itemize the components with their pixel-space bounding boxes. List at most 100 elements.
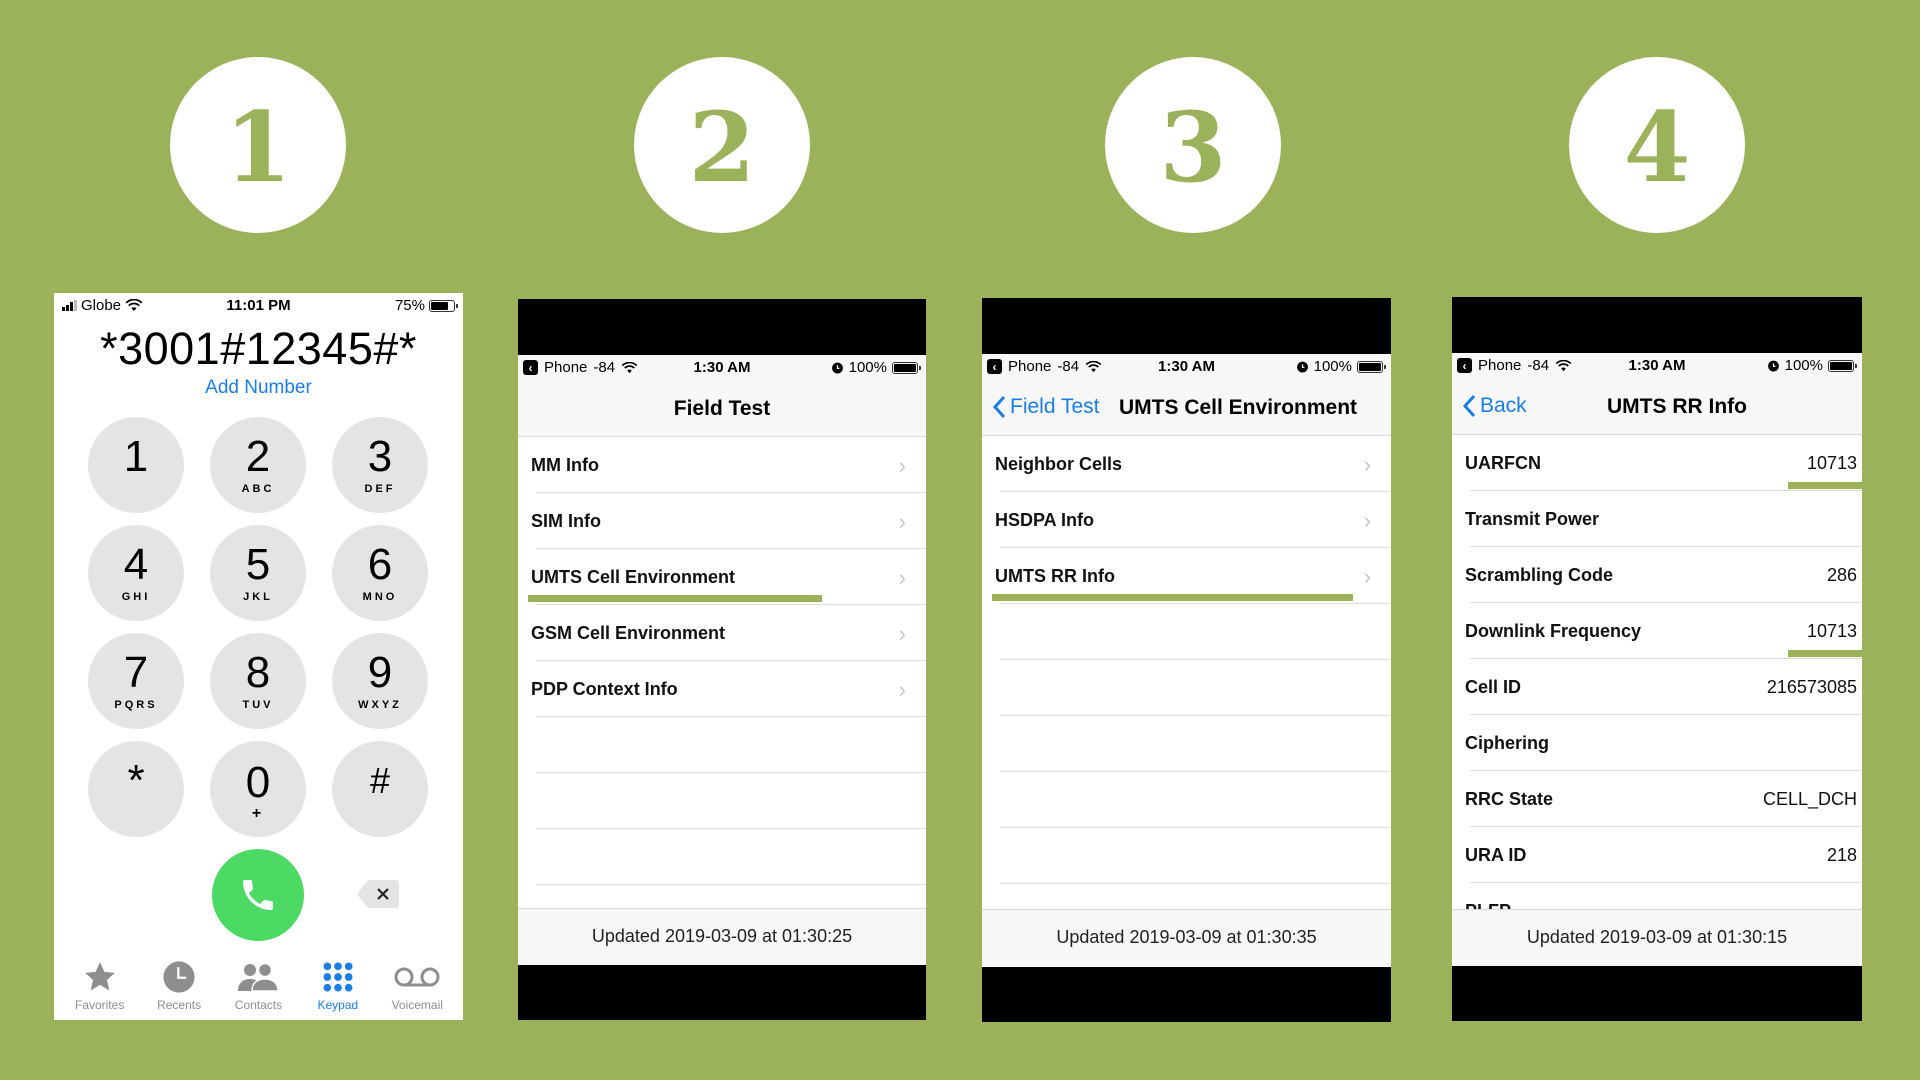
key-8[interactable]: 8 TUV: [210, 633, 306, 729]
key-0[interactable]: 0 +: [210, 741, 306, 837]
list-item-mm-info[interactable]: MM Info ›: [518, 437, 926, 493]
key-6[interactable]: 6 MNO: [332, 525, 428, 621]
empty-row: [982, 604, 1391, 660]
highlight-underline: [992, 594, 1353, 601]
empty-row: [982, 772, 1391, 828]
key-letters: TUV: [242, 699, 274, 711]
key-7[interactable]: 7 PQRS: [88, 633, 184, 729]
delete-button[interactable]: [356, 878, 400, 910]
add-number-link[interactable]: Add Number: [54, 377, 463, 399]
key-letters: ABC: [241, 483, 275, 495]
step-number: 1: [224, 91, 292, 204]
call-button[interactable]: [212, 849, 304, 941]
tab-voicemail[interactable]: Voicemail: [378, 958, 456, 1020]
empty-row: [518, 773, 926, 829]
voicemail-icon: [394, 967, 440, 987]
info-row-ciphering: Ciphering: [1452, 715, 1862, 771]
key-digit: 4: [123, 540, 149, 589]
key-9[interactable]: 9 WXYZ: [332, 633, 428, 729]
chevron-right-icon: ›: [898, 509, 906, 534]
black-bar: [1452, 297, 1862, 353]
umts-rr-info-screen: ‹ Phone -84 1:30 AM 100% Back UMTS RR Info…: [1452, 297, 1862, 1021]
tab-favorites[interactable]: Favorites: [61, 958, 139, 1020]
step-number: 3: [1159, 91, 1227, 204]
keypad-icon: [323, 962, 353, 992]
key-5[interactable]: 5 JKL: [210, 525, 306, 621]
highlight-underline: [1788, 650, 1862, 657]
chevron-right-icon: ›: [898, 565, 906, 590]
list-item-neighbor-cells[interactable]: Neighbor Cells ›: [982, 436, 1391, 492]
nav-bar: Back UMTS RR Info: [1452, 379, 1862, 435]
row-value: 218: [1826, 845, 1857, 865]
black-bar: [518, 965, 926, 1020]
empty-row: [982, 828, 1391, 884]
key-star[interactable]: *: [88, 741, 184, 837]
item-label: PDP Context Info: [531, 679, 678, 699]
chevron-right-icon: ›: [898, 677, 906, 702]
nav-bar: Field Test UMTS Cell Environment: [982, 380, 1391, 436]
updated-footer: Updated 2019-03-09 at 01:30:35: [982, 909, 1391, 966]
key-digit: 1: [123, 432, 149, 481]
black-bar: [982, 298, 1391, 354]
list-item-gsm-cell-environment[interactable]: GSM Cell Environment ›: [518, 605, 926, 661]
item-label: UMTS Cell Environment: [531, 567, 736, 587]
menu-list: Neighbor Cells › HSDPA Info › UMTS RR Info…: [982, 436, 1391, 884]
star-icon: [84, 962, 115, 991]
key-digit: 9: [367, 648, 393, 697]
step-badge-1: 1: [170, 57, 346, 233]
key-1[interactable]: 1: [88, 417, 184, 513]
key-hash[interactable]: #: [332, 741, 428, 837]
info-row-scrambling-code: Scrambling Code 286: [1452, 547, 1862, 603]
black-bar: [518, 299, 926, 355]
row-label: Cell ID: [1465, 677, 1522, 697]
row-label: Scrambling Code: [1465, 565, 1614, 585]
key-3[interactable]: 3 DEF: [332, 417, 428, 513]
chevron-right-icon: ›: [1363, 508, 1371, 533]
chevron-right-icon: ›: [898, 453, 906, 478]
row-value: 286: [1826, 565, 1857, 585]
empty-row: [518, 717, 926, 773]
chevron-right-icon: ›: [1363, 564, 1371, 589]
tab-label: Contacts: [234, 998, 283, 1012]
key-digit: 8: [245, 648, 271, 697]
row-label: UARFCN: [1465, 453, 1541, 473]
alarm-icon: [1296, 361, 1308, 373]
list-item-hsdpa-info[interactable]: HSDPA Info ›: [982, 492, 1391, 548]
chevron-right-icon: ›: [1363, 452, 1371, 477]
keypad: 1 2 ABC 3 DEF 4 GHI 5 JKL 6 MNO 7 PQRS 8 TUV 9 W…: [88, 417, 428, 837]
tab-keypad[interactable]: Keypad: [299, 958, 377, 1020]
list-item-umts-rr-info[interactable]: UMTS RR Info ›: [982, 548, 1391, 604]
step-badge-3: 3: [1105, 57, 1281, 233]
row-value: 216573085: [1766, 677, 1857, 697]
tab-recents[interactable]: Recents: [140, 958, 218, 1020]
item-label: MM Info: [531, 455, 599, 475]
list-item-umts-cell-environment[interactable]: UMTS Cell Environment ›: [518, 549, 926, 605]
status-bar: ‹ Phone -84 1:30 AM 100%: [982, 354, 1391, 380]
tab-label: Keypad: [317, 998, 359, 1012]
page-title: UMTS RR Info: [1607, 395, 1747, 418]
key-digit: *: [127, 756, 145, 805]
contacts-icon: [238, 962, 280, 992]
list-item-sim-info[interactable]: SIM Info ›: [518, 493, 926, 549]
battery-percent: 100%: [848, 359, 887, 376]
list-item-pdp-context-info[interactable]: PDP Context Info ›: [518, 661, 926, 717]
key-digit: #: [369, 760, 391, 801]
phone-icon: [243, 880, 273, 910]
item-label: UMTS RR Info: [995, 566, 1115, 586]
key-2[interactable]: 2 ABC: [210, 417, 306, 513]
key-digit: 3: [367, 432, 393, 481]
info-list: UARFCN 10713 Transmit Power Scrambling Co…: [1452, 435, 1862, 939]
key-4[interactable]: 4 GHI: [88, 525, 184, 621]
info-row-uarfcn: UARFCN 10713: [1452, 435, 1862, 491]
step-badge-4: 4: [1569, 57, 1745, 233]
battery-icon: [429, 299, 458, 312]
back-button[interactable]: Field Test: [992, 395, 1100, 419]
clock-icon: [163, 961, 195, 993]
item-label: SIM Info: [531, 511, 601, 531]
tab-contacts[interactable]: Contacts: [219, 958, 297, 1020]
item-label: GSM Cell Environment: [531, 623, 726, 643]
tab-label: Recents: [157, 998, 202, 1012]
row-label: Downlink Frequency: [1465, 621, 1642, 641]
row-value: 10713: [1806, 621, 1857, 641]
highlight-underline: [528, 595, 822, 602]
